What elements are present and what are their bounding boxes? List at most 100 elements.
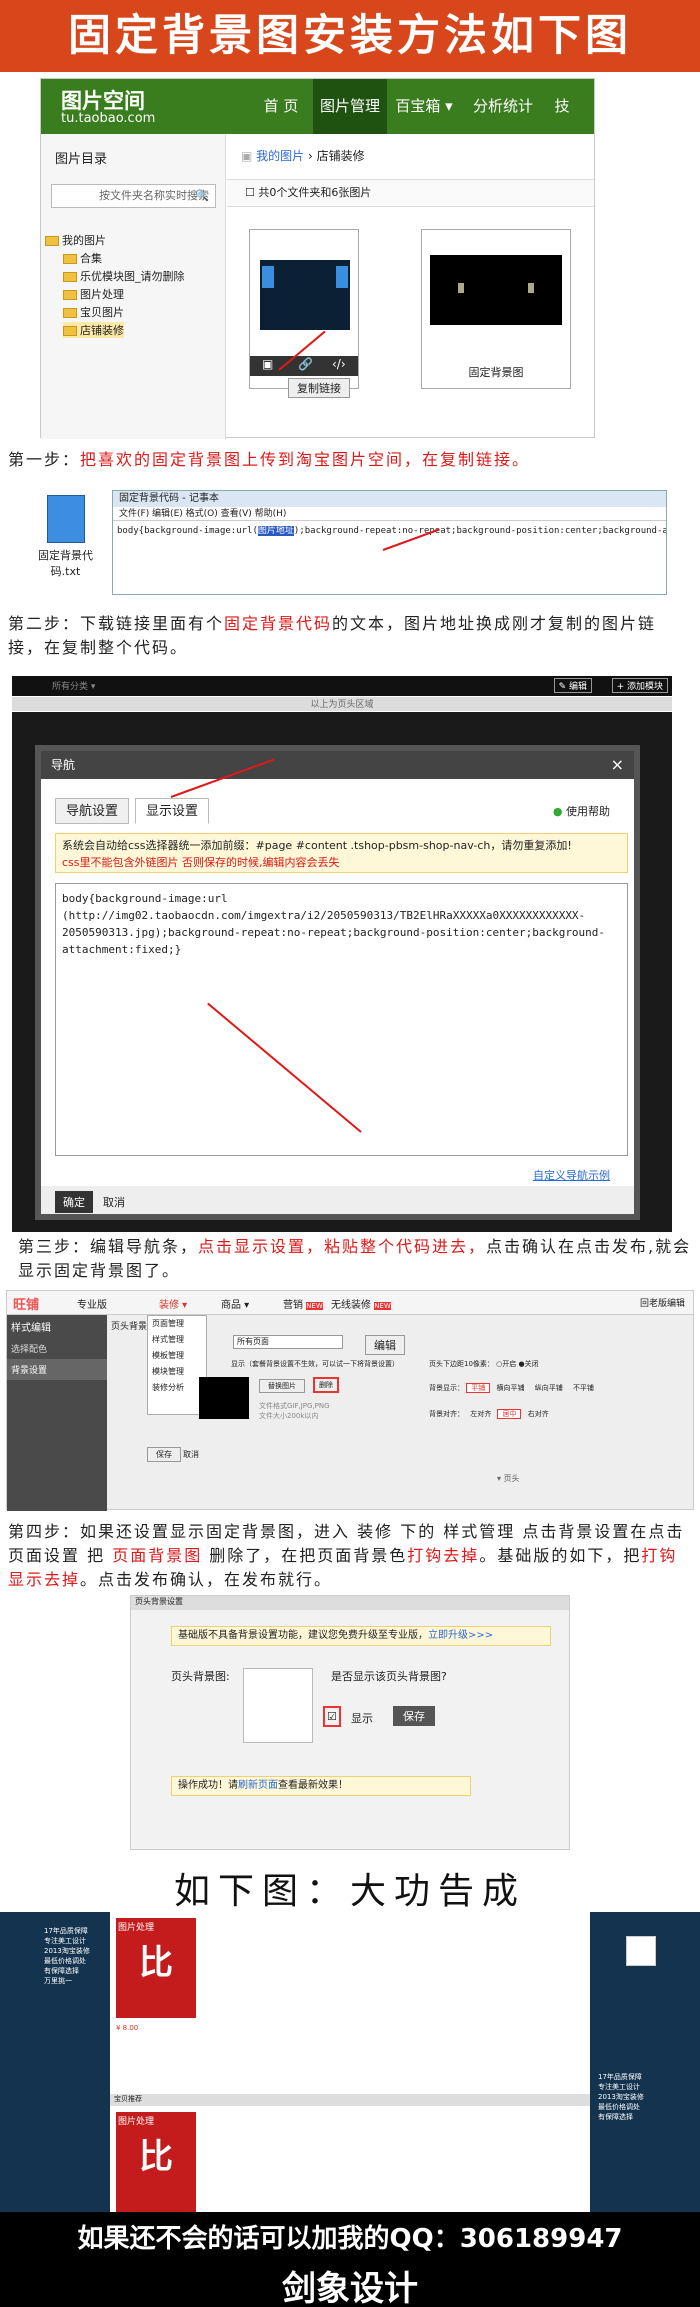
back-old-editor[interactable]: 回老版编辑 <box>640 1296 685 1309</box>
decorate-screenshot: 旺铺 专业版 装修 ▾ 商品 ▾ 营销 NEW 无线装修 NEW 回老版编辑 样… <box>6 1290 694 1511</box>
cancel-button[interactable]: 取消 <box>183 1449 199 1460</box>
custom-nav-example-link[interactable]: 自定义导航示例 <box>533 1167 610 1183</box>
folder-search-input[interactable]: 按文件夹名称实时搜索 🔍 <box>51 184 216 208</box>
step4-text: 第四步：如果还设置显示固定背景图，进入 装修 下的 样式管理 点击背景设置在点击… <box>8 1522 685 1589</box>
notepad-menu[interactable]: 文件(F) 编辑(E) 格式(O) 查看(V) 帮助(H) <box>113 507 666 521</box>
shop-content: 图片处理 比 ¥ 8.00 宝贝推荐 图片处理 比 <box>110 1912 590 2212</box>
show-checkbox[interactable]: ☑ <box>323 1706 341 1727</box>
tree-folder[interactable]: 图片处理 <box>63 286 124 302</box>
thumb-preview <box>260 260 350 330</box>
folder-icon <box>63 290 77 300</box>
menu-decorate[interactable]: 装修 ▾ <box>159 1296 187 1311</box>
success-message: 操作成功！请刷新页面查看最新效果！ <box>171 1776 471 1796</box>
picture-space-domain: tu.taobao.com <box>61 111 156 126</box>
sidebar-item-bg[interactable]: 背景设置 <box>7 1359 107 1380</box>
picture-space-header: 图片空间 tu.taobao.com 首 页 图片管理 百宝箱 ▾ 分析统计 技 <box>41 79 594 134</box>
css-warning: 系统会自动给css选择器统一添加前缀：#page #content .tshop… <box>55 833 628 873</box>
image-thumb-selected[interactable]: ▣ 🔗 ‹/› 复制链接 <box>249 229 359 398</box>
step2-text: 第二步：下载链接里面有个固定背景代码的文本，图片地址换成刚才复制的图片链接，在复… <box>8 614 657 657</box>
thumb-preview <box>430 255 562 325</box>
breadcrumb-current: 店铺装修 <box>316 149 365 163</box>
tree-folder[interactable]: 合集 <box>63 250 102 266</box>
decorate-topbar: 旺铺 专业版 装修 ▾ 商品 ▾ 营销 NEW 无线装修 NEW 回老版编辑 <box>7 1291 693 1315</box>
basic-settings-panel: 页头背景设置 基础版不具备背景设置功能，建议您免费升级至专业版，立即升级>>> … <box>130 1595 570 1850</box>
page-banner-title: 固定背景图安装方法如下图 <box>0 0 700 72</box>
footer-contact: 如果还不会的话可以加我的QQ：306189947 剑象设计 <box>0 2212 700 2307</box>
replace-image-button[interactable]: 替换图片 <box>259 1379 305 1393</box>
folder-icon <box>63 308 77 318</box>
upgrade-link[interactable]: 立即升级>>> <box>428 1630 493 1641</box>
file-count-bar: ☐ 共0个文件夹和6张图片 <box>227 179 594 207</box>
txt-file-icon[interactable]: 固定背景代码.txt <box>28 495 103 590</box>
select-all-checkbox[interactable]: ☐ <box>245 186 258 199</box>
menu-wireless[interactable]: 无线装修 NEW <box>331 1296 391 1311</box>
image-thumb[interactable]: 固定背景图 <box>421 229 571 389</box>
notepad-window: 固定背景代码 - 记事本 文件(F) 编辑(E) 格式(O) 查看(V) 帮助(… <box>112 490 667 595</box>
help-icon: ● <box>552 805 563 818</box>
tree-folder-selected[interactable]: 店铺装修 <box>63 322 124 338</box>
ad-banner: 图片处理 比 <box>116 1918 196 2018</box>
cancel-button[interactable]: 取消 <box>103 1194 125 1210</box>
page-select[interactable]: 所有页面 <box>233 1335 343 1349</box>
menu-marketing[interactable]: 营销 NEW <box>283 1296 323 1311</box>
link-icon[interactable]: 🔗 <box>298 357 313 371</box>
style-sidebar: 样式编辑 选择配色 背景设置 <box>7 1315 107 1511</box>
bg-align-options[interactable]: 背景对齐： 左对齐 居中 右对齐 <box>429 1409 553 1419</box>
height-label: 页头下边距10像素： ○开启 ●关闭 <box>429 1360 539 1368</box>
bg-preview <box>199 1377 249 1419</box>
nav-more[interactable]: 技 <box>547 79 577 134</box>
close-icon[interactable]: × <box>611 755 624 774</box>
directory-title: 图片目录 <box>55 152 108 167</box>
menu-goods[interactable]: 商品 ▾ <box>221 1296 249 1311</box>
tree-folder[interactable]: 乐优模块图_请勿删除 <box>63 268 185 284</box>
tab-nav-settings[interactable]: 导航设置 <box>55 798 130 824</box>
nav-image-manage[interactable]: 图片管理 <box>313 79 387 134</box>
image-icon: ▣ <box>241 149 257 163</box>
brand-logo: 旺铺 <box>13 1298 40 1313</box>
folder-icon <box>45 236 59 246</box>
ad-banner: 图片处理 比 <box>116 2112 196 2212</box>
nav-dialog: 导航 × 导航设置 显示设置 ● 使用帮助 系统会自动给css选择器统一添加前缀… <box>35 745 640 1220</box>
bg-display-options[interactable]: 背景显示： 平铺 横向平铺 纵向平铺 不平铺 <box>429 1383 598 1393</box>
show-checkbox-label[interactable]: 显示（套餐背景设置不生效，可以试一下将背景设置） <box>231 1359 399 1369</box>
nav-toolbox[interactable]: 百宝箱 ▾ <box>389 79 459 134</box>
help-link[interactable]: ● 使用帮助 <box>553 803 610 819</box>
notepad-code[interactable]: body{background-image:url(图片地址);backgrou… <box>113 521 666 538</box>
folder-icon <box>63 326 77 336</box>
folder-icon <box>63 272 77 282</box>
breadcrumb: ▣ 我的图片 › 店铺装修 <box>241 149 365 163</box>
code-icon[interactable]: ‹/› <box>332 357 346 371</box>
picture-space-window: 图片空间 tu.taobao.com 首 页 图片管理 百宝箱 ▾ 分析统计 技… <box>40 78 595 439</box>
upgrade-notice: 基础版不具备背景设置功能，建议您免费升级至专业版，立即升级>>> <box>171 1626 551 1646</box>
copy-link-button[interactable]: 复制链接 <box>288 378 350 398</box>
edit-button[interactable]: ✎ 编辑 <box>553 678 592 693</box>
right-bg-panel: 17年品质保障 专注美工设计 2013淘宝装修 最低价格调处 有保障选择 <box>590 1912 700 2212</box>
page-edit-button[interactable]: 编辑 <box>365 1335 405 1355</box>
tree-folder[interactable]: 宝贝图片 <box>63 304 124 320</box>
breadcrumb-home[interactable]: 我的图片 <box>256 149 304 163</box>
ok-button[interactable]: 确定 <box>55 1191 93 1213</box>
nav-home[interactable]: 首 页 <box>251 79 311 134</box>
sidebar-item-color[interactable]: 选择配色 <box>7 1338 107 1359</box>
add-module-button[interactable]: + 添加模块 <box>611 678 668 693</box>
step1-text: 第一步：把喜欢的固定背景图上传到淘宝图片空间，在复制链接。 <box>8 450 531 469</box>
save-button[interactable]: 保存 <box>393 1706 435 1726</box>
shop-nav-bar: 所有分类 ▾ ✎ 编辑 + 添加模块 <box>12 676 672 696</box>
delete-image-button[interactable]: 删除 <box>313 1377 339 1393</box>
search-placeholder: 按文件夹名称实时搜索 <box>99 189 209 202</box>
header-area-label: 以上为页头区域 <box>12 697 672 711</box>
dialog-title: 导航 <box>41 751 634 779</box>
save-button[interactable]: 保存 <box>147 1447 181 1462</box>
directory-sidebar: 图片目录 按文件夹名称实时搜索 🔍 我的图片 合集 乐优模块图_请勿删除 图片处理… <box>41 134 226 439</box>
step3-text: 第三步：编辑导航条，点击显示设置，粘贴整个代码进去，点击确认在点击发布,就会显示… <box>18 1237 692 1280</box>
tab-page-bg: 页头背景 <box>111 1322 148 1332</box>
tab-display-settings[interactable]: 显示设置 <box>135 798 210 824</box>
image-icon[interactable]: ▣ <box>262 357 273 371</box>
tree-root[interactable]: 我的图片 <box>45 232 106 248</box>
thumb-caption: 固定背景图 <box>468 366 524 379</box>
studio-name: 剑象设计 <box>282 2269 418 2307</box>
nav-analytics[interactable]: 分析统计 <box>463 79 543 134</box>
search-icon[interactable]: 🔍 <box>195 185 209 207</box>
bg-image-placeholder <box>243 1668 313 1743</box>
decorate-dropdown: 页面管理 样式管理 模板管理 模块管理 装修分析 <box>147 1315 207 1415</box>
